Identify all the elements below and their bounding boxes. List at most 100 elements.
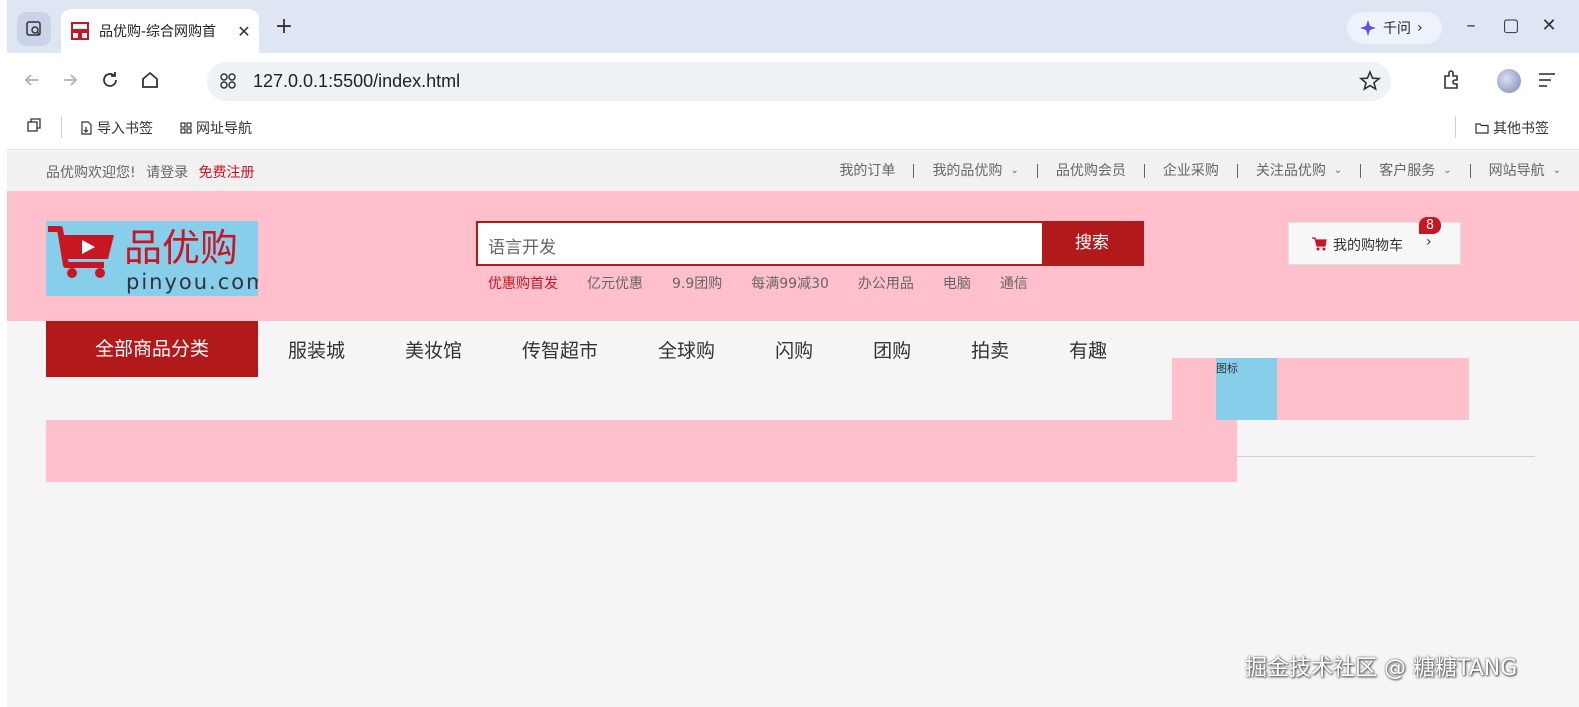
pinyougou-favicon-icon xyxy=(71,22,89,40)
shortcut-left: 品优购欢迎您! 请登录 免费注册 xyxy=(46,162,255,182)
hotword-link[interactable]: 每满99减30 xyxy=(751,273,829,293)
shortcut-item-label: 我的品优购 xyxy=(932,163,1003,179)
hotword-link[interactable]: 9.9团购 xyxy=(672,273,722,293)
tab-search-icon[interactable] xyxy=(17,12,51,46)
shortcut-item[interactable]: 企业采购 xyxy=(1143,164,1237,178)
shortcut-item[interactable]: 客户服务 ⌄ xyxy=(1360,164,1469,178)
welcome-text: 品优购欢迎您! xyxy=(46,165,136,181)
maximize-icon[interactable]: ▢ xyxy=(1499,14,1523,38)
shortcut-item[interactable]: 关注品优购 ⌄ xyxy=(1236,163,1360,179)
nav-item[interactable]: 服装城 xyxy=(258,336,375,363)
divider xyxy=(1455,116,1456,138)
bookmark-nav-label: 网址导航 xyxy=(196,121,252,137)
search-button[interactable]: 搜索 xyxy=(1042,223,1142,264)
nav-items: 服装城 美妆馆 传智超市 全球购 闪购 团购 拍卖 有趣 xyxy=(258,321,1137,377)
chevron-down-icon: ⌄ xyxy=(1333,165,1343,176)
bookmark-nav[interactable]: 网址导航 xyxy=(180,118,252,138)
home-icon[interactable] xyxy=(137,67,163,93)
nav-item[interactable]: 全球购 xyxy=(628,336,745,363)
chevron-down-icon: ⌄ xyxy=(1552,165,1561,176)
qianwen-label: 千问 xyxy=(1383,21,1411,37)
shortcut-item-label: 关注品优购 xyxy=(1255,163,1326,179)
shortcut-item[interactable]: 我的订单 xyxy=(821,164,913,178)
tab-groups-icon[interactable] xyxy=(27,118,45,132)
search-input[interactable]: 语言开发 xyxy=(488,233,556,258)
logo-image: 品优购 pinyou.com xyxy=(48,226,267,294)
import-file-icon xyxy=(81,121,92,135)
shortcut-item-label: 网站导航 xyxy=(1488,163,1545,179)
back-icon[interactable] xyxy=(19,67,45,93)
shortcut-item[interactable]: 品优购会员 xyxy=(1036,163,1144,179)
watermark-text: 掘金技术社区 @ 糖糖TANG xyxy=(1245,656,1518,681)
search-box: 语言开发 搜索 xyxy=(476,221,1144,266)
logo-text: 品优购 xyxy=(124,226,238,270)
extensions-icon[interactable] xyxy=(1441,68,1465,92)
nav-item[interactable]: 闪购 xyxy=(745,336,843,363)
shortcut-item[interactable]: 网站导航 ⌄ xyxy=(1469,163,1579,179)
browser-window: 品优购-综合网购首 ✕ + 千问 › – ▢ ✕ 127.0.0.1:5500/… xyxy=(7,0,1579,707)
folder-icon xyxy=(1475,123,1489,134)
divider xyxy=(61,116,62,138)
site-logo[interactable]: 品优购 pinyou.com xyxy=(46,221,267,296)
cart-count-badge: 8 xyxy=(1419,217,1441,234)
tab-strip: 品优购-综合网购首 ✕ + 千问 › – ▢ ✕ xyxy=(7,0,1579,53)
shortcut-item[interactable]: 我的品优购 ⌄ xyxy=(913,164,1036,178)
url-text: 127.0.0.1:5500/index.html xyxy=(253,71,461,91)
hotword-link[interactable]: 电脑 xyxy=(943,273,971,293)
nav-item[interactable]: 拍卖 xyxy=(941,336,1039,363)
shortcut-item-label: 品优购会员 xyxy=(1055,163,1126,179)
icon-placeholder: 图标 xyxy=(1216,358,1277,420)
banner-area xyxy=(46,420,1237,482)
nav-item[interactable]: 有趣 xyxy=(1039,336,1137,363)
logo-domain: pinyou.com xyxy=(126,270,258,294)
shortcut-item-label: 客户服务 xyxy=(1379,163,1436,179)
shortcut-bar: 品优购欢迎您! 请登录 免费注册 我的订单 我的品优购 ⌄ 品优购会员 企业采购 关注品优… xyxy=(7,151,1579,191)
chevron-right-icon: › xyxy=(1417,20,1423,36)
tab-active[interactable]: 品优购-综合网购首 ✕ xyxy=(61,9,259,53)
close-window-icon[interactable]: ✕ xyxy=(1537,14,1561,38)
shopping-cart[interactable]: 我的购物车 › 8 xyxy=(1288,217,1461,265)
login-link[interactable]: 请登录 xyxy=(146,165,188,181)
web-page: 品优购欢迎您! 请登录 免费注册 我的订单 我的品优购 ⌄ 品优购会员 企业采购 关注品优… xyxy=(7,151,1579,707)
address-bar[interactable]: 127.0.0.1:5500/index.html xyxy=(207,62,1391,101)
tab-title: 品优购-综合网购首 xyxy=(99,24,217,40)
hotwords: 优惠购首发 亿元优惠 9.9团购 每满99减30 办公用品 电脑 通信 xyxy=(488,273,1057,293)
chevron-down-icon: ⌄ xyxy=(1443,165,1452,176)
reload-icon[interactable] xyxy=(97,67,123,93)
bookmark-import-label: 导入书签 xyxy=(97,121,153,137)
hotword-link[interactable]: 优惠购首发 xyxy=(488,273,558,293)
hotword-link[interactable]: 办公用品 xyxy=(858,273,914,293)
nav-item[interactable]: 传智超市 xyxy=(492,336,628,363)
browser-toolbar: 127.0.0.1:5500/index.html xyxy=(7,53,1579,108)
grid-icon xyxy=(180,122,192,134)
nav-item[interactable]: 美妆馆 xyxy=(375,336,492,363)
icon-placeholder-label: 图标 xyxy=(1216,362,1238,375)
site-info-icon[interactable] xyxy=(219,72,237,90)
bookmarks-bar: 导入书签 网址导航 其他书签 xyxy=(7,108,1579,150)
tab-close-icon[interactable]: ✕ xyxy=(235,22,253,41)
menu-icon[interactable] xyxy=(1537,71,1557,89)
hotword-link[interactable]: 亿元优惠 xyxy=(587,273,643,293)
divider xyxy=(1237,456,1535,457)
bookmark-other-label: 其他书签 xyxy=(1493,121,1549,137)
forward-icon[interactable] xyxy=(57,67,83,93)
chevron-right-icon: › xyxy=(1426,234,1432,250)
shortcut-right: 我的订单 我的品优购 ⌄ 品优购会员 企业采购 关注品优购 ⌄ 客户服务 ⌄ 网站导航 ⌄ xyxy=(821,160,1579,178)
shortcut-item-label: 我的订单 xyxy=(839,163,896,179)
all-categories-button[interactable]: 全部商品分类 xyxy=(46,321,258,377)
chevron-down-icon: ⌄ xyxy=(1010,165,1019,176)
bookmark-star-icon[interactable] xyxy=(1359,70,1381,92)
cart-icon xyxy=(1312,237,1327,251)
qianwen-button[interactable]: 千问 › xyxy=(1347,12,1442,44)
new-tab-icon[interactable]: + xyxy=(271,14,297,40)
site-header: 品优购 pinyou.com 语言开发 搜索 优惠购首发 亿元优惠 9.9团购 每满9… xyxy=(7,191,1579,321)
cart-label: 我的购物车 xyxy=(1333,238,1403,254)
minimize-icon[interactable]: – xyxy=(1459,14,1483,38)
qianwen-logo-icon xyxy=(1360,20,1376,36)
bookmark-other[interactable]: 其他书签 xyxy=(1475,118,1549,138)
bookmark-import[interactable]: 导入书签 xyxy=(80,118,153,138)
nav-item[interactable]: 团购 xyxy=(843,336,941,363)
register-link[interactable]: 免费注册 xyxy=(199,165,255,181)
hotword-link[interactable]: 通信 xyxy=(1000,273,1028,293)
profile-avatar[interactable] xyxy=(1497,69,1521,93)
